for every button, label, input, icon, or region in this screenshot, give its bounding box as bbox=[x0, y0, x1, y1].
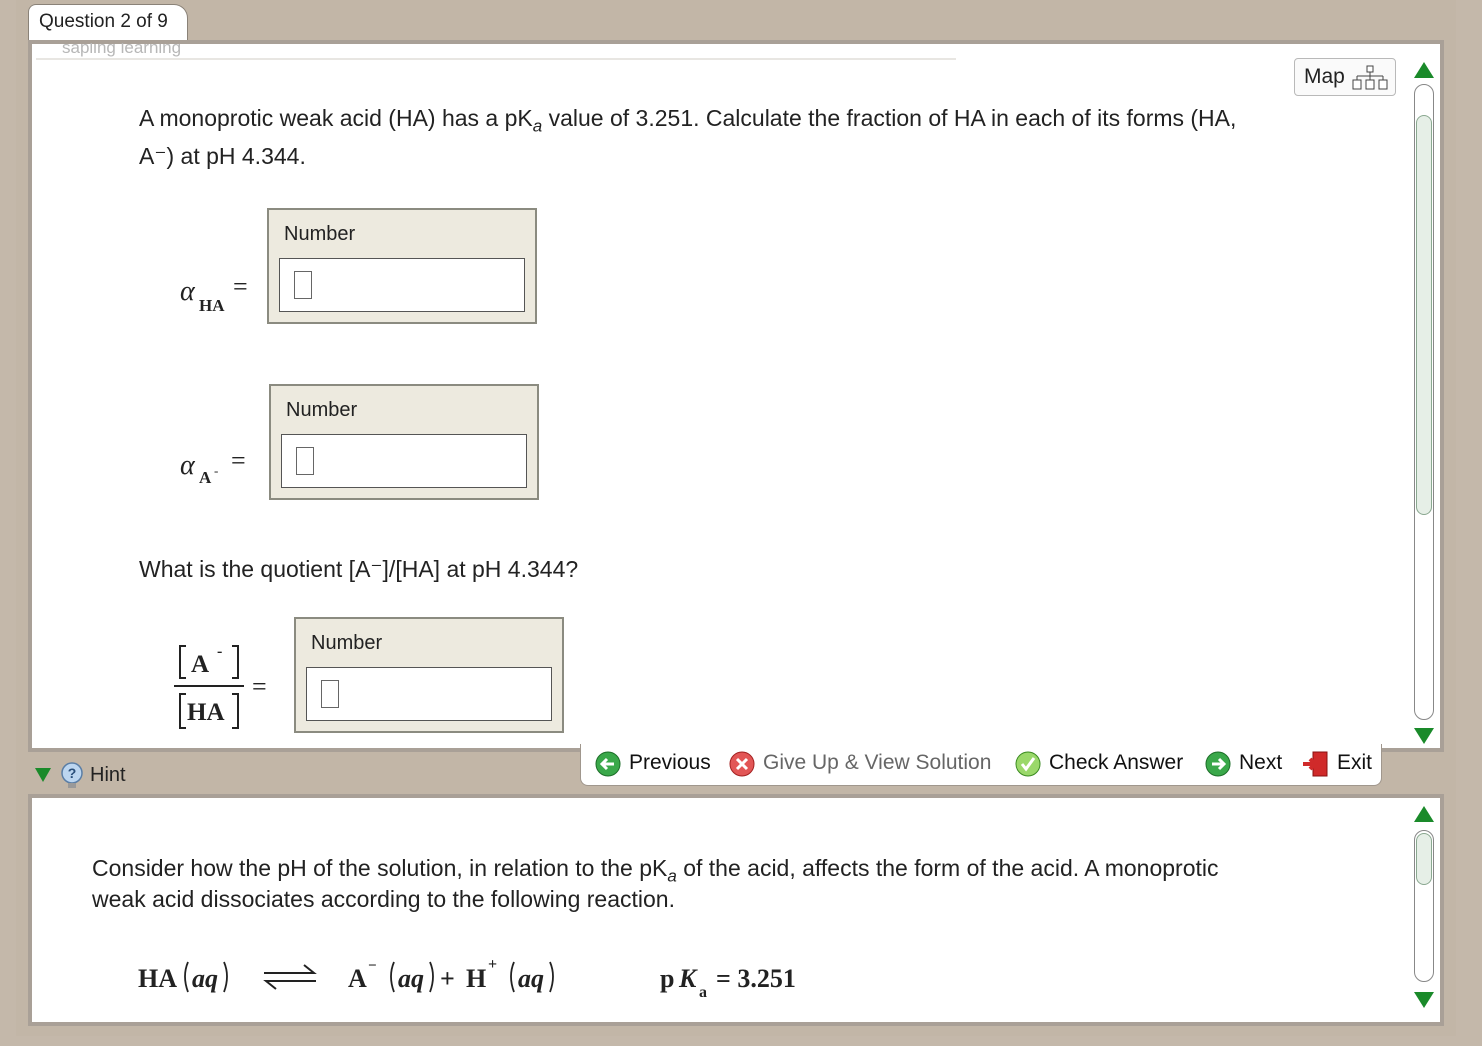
exit-door-icon bbox=[1303, 751, 1328, 777]
next-button[interactable]: Next bbox=[1205, 748, 1291, 778]
input-cursor bbox=[296, 447, 314, 475]
give-up-button[interactable]: Give Up & View Solution bbox=[729, 748, 1003, 778]
scroll-up-icon[interactable] bbox=[1414, 806, 1434, 822]
question-scroll-track[interactable] bbox=[1414, 84, 1434, 720]
alpha-a-input[interactable] bbox=[281, 434, 527, 488]
quotient-input[interactable] bbox=[306, 667, 552, 721]
previous-button[interactable]: Previous bbox=[595, 748, 715, 778]
alpha-ha-symbol: α bbox=[180, 276, 195, 307]
check-icon bbox=[1015, 751, 1041, 777]
input-cursor bbox=[294, 271, 312, 299]
hint-label[interactable]: Hint bbox=[90, 764, 126, 787]
give-up-x-icon bbox=[729, 751, 755, 777]
fraction-denominator: HA bbox=[187, 699, 225, 726]
reaction-a: A bbox=[348, 964, 367, 993]
hint-scroll-track[interactable] bbox=[1414, 830, 1434, 982]
hint-text-a: Consider how the pH of the solution, in … bbox=[92, 855, 668, 881]
question-scroll-thumb[interactable] bbox=[1416, 115, 1432, 515]
exit-button[interactable]: Exit bbox=[1301, 748, 1377, 778]
sapling-logo: sapling learning bbox=[62, 43, 182, 57]
hint-scroll-thumb[interactable] bbox=[1416, 833, 1432, 885]
quotient-question: What is the quotient [A⁻]/[HA] at pH 4.3… bbox=[139, 556, 579, 582]
scroll-down-icon[interactable] bbox=[1414, 728, 1434, 744]
alpha-a-subscript: A bbox=[199, 468, 212, 487]
map-button-label: Map bbox=[1304, 65, 1345, 88]
alpha-ha-equals: = bbox=[233, 272, 248, 301]
question-scrollbar[interactable] bbox=[1412, 58, 1438, 748]
question-tab: Question 2 of 9 bbox=[28, 4, 188, 40]
question-text-line2: A⁻) at pH 4.344. bbox=[139, 143, 306, 169]
reaction-aq-3: aq bbox=[518, 964, 544, 993]
answer-box-alpha-ha: Number bbox=[267, 208, 537, 324]
next-arrow-icon bbox=[1205, 751, 1231, 777]
pka-subscript: a bbox=[532, 116, 543, 136]
alpha-ha-input[interactable] bbox=[279, 258, 525, 312]
map-hierarchy-icon bbox=[1352, 65, 1388, 90]
question-text-b: value of 3.251. Calculate the fraction o… bbox=[542, 105, 1237, 131]
question-tab-label: Question 2 of 9 bbox=[39, 11, 168, 32]
previous-label: Previous bbox=[629, 751, 711, 774]
reaction-h: H bbox=[466, 964, 487, 993]
alpha-ha-subscript: HA bbox=[199, 296, 225, 315]
pka-subscript-a: a bbox=[699, 984, 707, 1001]
reaction-plus: + bbox=[440, 964, 455, 993]
alpha-a-superscript: - bbox=[214, 463, 219, 478]
hint-pka-subscript: a bbox=[667, 866, 677, 886]
check-answer-button[interactable]: Check Answer bbox=[1015, 748, 1193, 778]
expand-triangle-icon[interactable] bbox=[34, 767, 52, 783]
fraction-numerator-sup: - bbox=[217, 643, 223, 660]
reaction-aq-2: aq bbox=[398, 964, 424, 993]
fraction-equals: = bbox=[252, 672, 267, 701]
alpha-a-symbol: α bbox=[180, 450, 195, 481]
hint-lightbulb-icon: ? bbox=[61, 762, 83, 788]
reaction-h-sup: + bbox=[488, 956, 498, 973]
map-button[interactable]: Map bbox=[1294, 58, 1396, 96]
alpha-a-equals: = bbox=[231, 446, 246, 475]
scroll-down-icon[interactable] bbox=[1414, 992, 1434, 1008]
answer-box-alpha-a: Number bbox=[269, 384, 539, 500]
hint-scrollbar[interactable] bbox=[1412, 802, 1438, 1018]
pka-p: p bbox=[660, 964, 675, 993]
pka-value: = 3.251 bbox=[716, 964, 796, 993]
fraction-numerator: A bbox=[191, 651, 210, 678]
svg-text:?: ? bbox=[68, 765, 77, 781]
scroll-up-icon[interactable] bbox=[1414, 62, 1434, 78]
pka-k: K bbox=[679, 964, 697, 993]
answer-box-quotient: Number bbox=[294, 617, 564, 733]
next-label: Next bbox=[1239, 751, 1283, 774]
exit-label: Exit bbox=[1337, 751, 1373, 774]
reaction-ha: HA bbox=[138, 964, 177, 993]
input-cursor bbox=[321, 680, 339, 708]
number-label: Number bbox=[311, 632, 383, 654]
equilibrium-arrows-icon bbox=[263, 964, 317, 990]
number-label: Number bbox=[286, 399, 358, 421]
header-divider bbox=[36, 58, 956, 60]
hint-text-line2: weak acid dissociates according to the f… bbox=[92, 886, 675, 912]
question-text-a: A monoprotic weak acid (HA) has a pK bbox=[139, 105, 533, 131]
give-up-label: Give Up & View Solution bbox=[763, 751, 992, 774]
reaction-aq-1: aq bbox=[192, 964, 218, 993]
number-label: Number bbox=[284, 223, 356, 245]
previous-arrow-icon bbox=[595, 751, 621, 777]
navigation-bar: Previous Give Up & View Solution Check A… bbox=[580, 744, 1382, 786]
reaction-a-sup: − bbox=[368, 958, 377, 974]
check-answer-label: Check Answer bbox=[1049, 751, 1184, 774]
hint-text-b: of the acid, affects the form of the aci… bbox=[676, 855, 1219, 881]
